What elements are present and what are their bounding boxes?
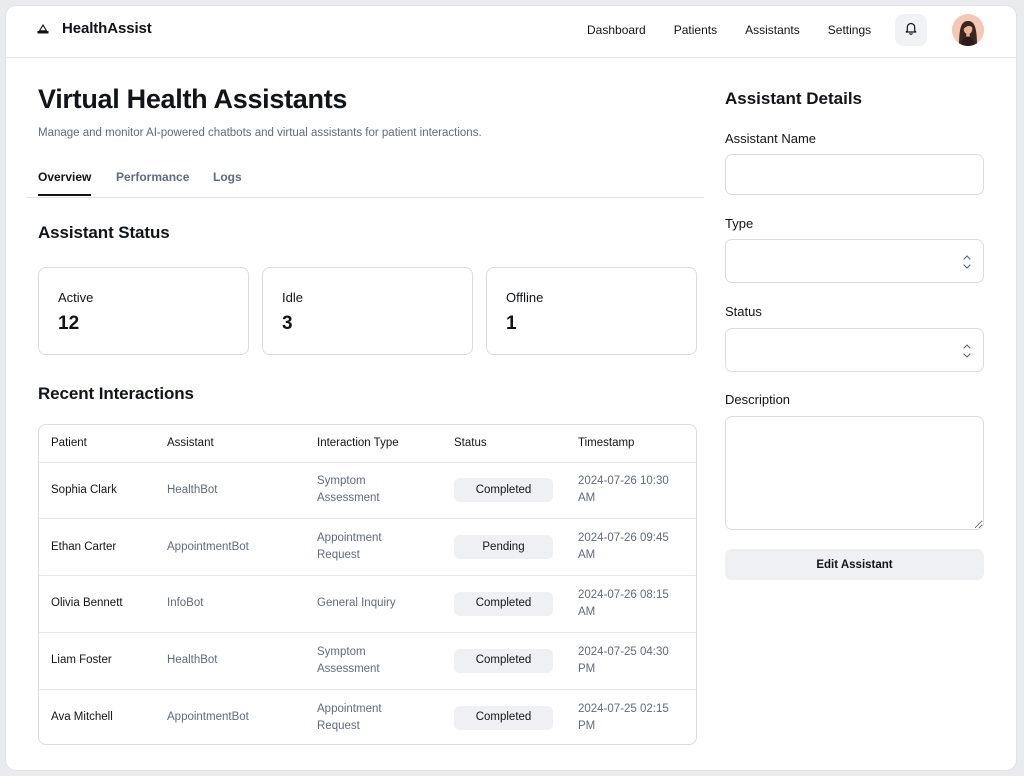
page-subtitle: Manage and monitor AI-powered chatbots a… [38,127,482,139]
notifications-button[interactable] [895,14,927,46]
cell-interaction-type: Appointment Request [317,702,382,732]
cell-patient: Sophia Clark [39,462,155,520]
cell-interaction-type: Symptom Assessment [317,475,380,505]
table-row[interactable]: Olivia Bennett InfoBot General Inquiry C… [39,575,696,633]
cell-assistant: InfoBot [155,575,305,633]
assistant-details-heading: Assistant Details [725,89,862,108]
stat-value: 3 [282,313,293,334]
type-label: Type [725,216,754,231]
cell-assistant: HealthBot [155,632,305,690]
brand[interactable]: HealthAssist [36,20,152,37]
status-badge[interactable]: Pending [454,535,553,560]
interactions-table: Patient Assistant Interaction Type Statu… [38,424,697,745]
status-label: Status [725,304,762,319]
status-badge[interactable]: Completed [454,648,553,673]
nav-item-assistants[interactable]: Assistants [745,23,800,37]
stat-label: Offline [506,290,544,305]
cell-assistant: AppointmentBot [155,518,305,577]
stat-value: 12 [58,313,80,334]
cell-timestamp: 2024-07-25 04:30 PM [578,645,669,675]
stat-label: Idle [282,290,303,305]
nav-item-patients[interactable]: Patients [674,23,717,37]
nav-item-dashboard[interactable]: Dashboard [587,23,646,37]
status-badge[interactable]: Completed [454,591,553,616]
assistant-name-input[interactable] [726,155,983,194]
assistant-name-label: Assistant Name [725,131,817,146]
status-badge[interactable]: Completed [454,705,553,730]
cell-interaction-type: Symptom Assessment [317,645,380,675]
tab-performance[interactable]: Performance [116,170,189,184]
chevron-up-down-icon [962,252,972,272]
tab-logs[interactable]: Logs [213,170,242,184]
cell-assistant: HealthBot [155,462,305,520]
status-badge[interactable]: Completed [454,478,553,503]
stat-card-idle: Idle 3 [262,267,473,355]
tab-bar: Overview Performance Logs [26,164,704,198]
cell-interaction-type: Appointment Request [317,532,382,562]
nav-item-settings[interactable]: Settings [828,23,871,37]
brand-name: HealthAssist [62,20,152,37]
status-select[interactable] [725,328,984,372]
description-field-wrapper [725,416,984,530]
active-tab-indicator [38,194,91,196]
table-row[interactable]: Ethan Carter AppointmentBot Appointment … [39,518,696,577]
bell-icon [904,21,918,40]
stat-value: 1 [506,313,517,334]
chevron-up-down-icon [962,341,972,361]
column-header-patient: Patient [39,425,155,463]
tab-overview[interactable]: Overview [38,170,91,184]
cell-patient: Ava Mitchell [51,711,113,724]
user-avatar[interactable] [952,14,984,46]
main-nav: Dashboard Patients Assistants Settings [587,23,871,37]
table-row[interactable]: Ava Mitchell AppointmentBot Appointment … [39,689,696,744]
description-label: Description [725,392,791,407]
column-header-timestamp: Timestamp [566,425,696,463]
cell-timestamp: 2024-07-26 08:15 AM [578,588,669,618]
table-row[interactable]: Liam Foster HealthBot Symptom Assessment… [39,632,696,690]
table-header-row: Patient Assistant Interaction Type Statu… [39,425,696,463]
stat-card-active: Active 12 [38,267,249,355]
cell-timestamp: 2024-07-26 09:45 AM [578,532,669,562]
cell-patient: Ethan Carter [39,518,155,577]
cell-timestamp: 2024-07-25 02:15 PM [578,702,669,732]
recent-interactions-heading: Recent Interactions [38,384,194,403]
app-window: HealthAssist Dashboard Patients Assistan… [6,6,1016,770]
edit-assistant-button[interactable]: Edit Assistant [725,549,984,580]
cell-patient: Liam Foster [39,632,155,690]
cell-interaction-type: General Inquiry [317,597,396,610]
column-header-interaction-type: Interaction Type [305,425,442,463]
stat-label: Active [58,290,94,305]
column-header-status: Status [442,425,566,463]
cell-patient: Olivia Bennett [39,575,155,633]
assistant-name-field-wrapper [725,154,984,195]
type-select[interactable] [725,239,984,283]
table-row[interactable]: Sophia Clark HealthBot Symptom Assessmen… [39,462,696,520]
top-navigation-bar: HealthAssist Dashboard Patients Assistan… [6,6,1016,58]
stat-card-offline: Offline 1 [486,267,697,355]
assistant-status-heading: Assistant Status [38,223,170,242]
description-textarea[interactable] [726,417,983,529]
cell-timestamp: 2024-07-26 10:30 AM [578,475,669,505]
page-title: Virtual Health Assistants [38,84,348,114]
logo-icon [36,22,50,36]
cell-assistant: AppointmentBot [167,711,249,724]
column-header-assistant: Assistant [155,425,305,463]
